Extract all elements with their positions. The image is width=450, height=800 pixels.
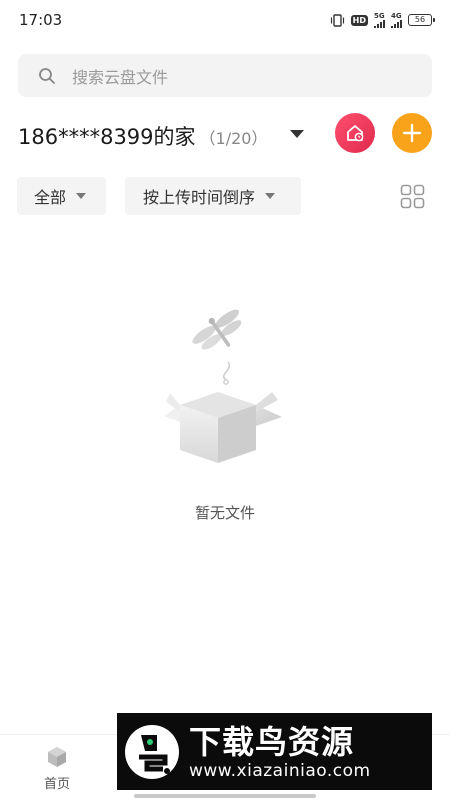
plus-icon: [402, 123, 422, 143]
cube-icon: [48, 747, 66, 767]
nav-home-label: 首页: [43, 777, 70, 792]
signal-5g-icon: 5G: [374, 12, 385, 28]
caret-down-icon: [265, 193, 276, 199]
sort-label: 按上传时间倒序: [143, 188, 256, 207]
grid-view-icon[interactable]: [400, 184, 425, 209]
home-settings-button[interactable]: [335, 113, 375, 153]
empty-box-dragonfly-icon: [164, 309, 282, 463]
search-icon: [39, 67, 55, 84]
nav-item-home[interactable]: 首页: [35, 745, 79, 795]
empty-message: 暂无文件: [194, 504, 255, 522]
caret-down-icon: [76, 193, 87, 199]
watermark-url: www.xiazainiao.com: [189, 760, 371, 781]
search-placeholder: 搜索云盘文件: [72, 67, 169, 87]
type-filter-label: 全部: [34, 188, 67, 207]
hd-voice-icon: HD: [350, 14, 368, 26]
status-icons: HD 5G 4G 56: [330, 12, 435, 28]
add-button[interactable]: [392, 113, 432, 153]
watermark-banner: 下载鸟资源 www.xiazainiao.com: [117, 713, 432, 790]
signal-4g-icon: 4G: [391, 12, 402, 28]
home-selector[interactable]: 186****8399的家 （1/20）: [18, 121, 267, 151]
vibrate-icon: [330, 13, 344, 27]
triangle-down-icon[interactable]: [290, 130, 304, 138]
sort-dropdown[interactable]: 按上传时间倒序: [125, 177, 301, 215]
watermark-title: 下载鸟资源: [189, 722, 355, 761]
bird-logo-icon: [125, 724, 179, 779]
home-count: （1/20）: [199, 129, 268, 148]
type-filter-dropdown[interactable]: 全部: [17, 177, 106, 215]
status-bar: 17:03 HD 5G 4G 56: [0, 0, 450, 40]
search-bar[interactable]: 搜索云盘文件: [18, 54, 432, 97]
watermark-texts: 下载鸟资源 www.xiazainiao.com: [189, 723, 371, 781]
home-indicator[interactable]: [134, 794, 316, 798]
home-name: 186****8399的家: [18, 125, 196, 149]
status-time: 17:03: [19, 11, 63, 29]
home-header: 186****8399的家 （1/20）: [18, 113, 432, 155]
home-settings-icon: [347, 125, 364, 142]
battery-icon: 56: [408, 14, 435, 26]
